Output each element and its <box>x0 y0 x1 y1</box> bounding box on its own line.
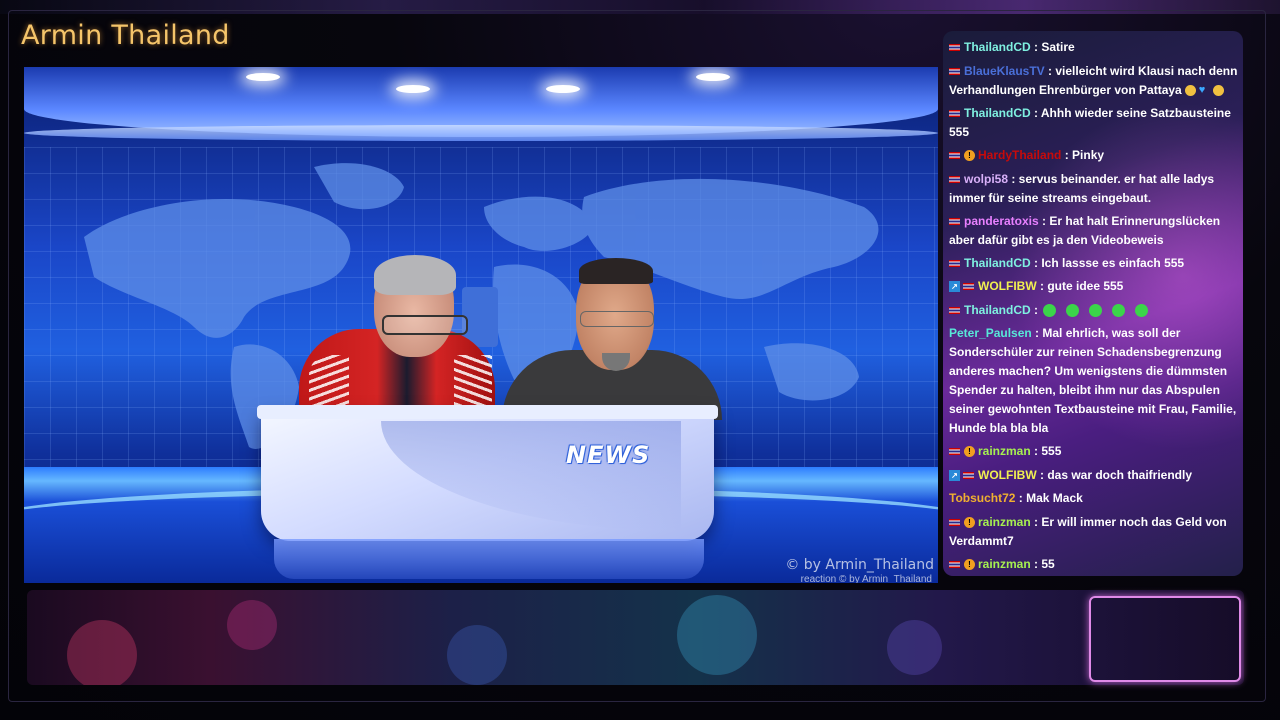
chat-message: ! rainzman : 55 <box>949 555 1239 574</box>
heart-emoji-icon: ♥ <box>1198 84 1206 97</box>
news-desk <box>257 405 718 541</box>
thai-flag-icon <box>963 283 974 291</box>
chat-text: : Satire <box>1030 40 1075 54</box>
news-logo: NEWS <box>566 441 651 469</box>
chat-message: ThailandCD : Satire <box>949 38 1239 57</box>
moderator-badge-icon: ! <box>964 446 975 458</box>
thai-flag-icon <box>949 152 960 160</box>
webcam-frame <box>1089 596 1241 682</box>
green-emote-icon <box>1135 304 1149 318</box>
chat-message: ! rainzman : Er will immer noch das Geld … <box>949 513 1239 551</box>
chat-message: ! rainzman : 555 <box>949 442 1239 461</box>
prime-badge-icon: ↗ <box>949 281 960 293</box>
host-right-hair <box>579 258 653 284</box>
bokeh-light <box>447 625 507 685</box>
chat-message: BlaueKlausTV : vielleicht wird Klausi na… <box>949 62 1239 100</box>
watermark: © by Armin_Thailand <box>785 557 934 573</box>
chat-text: : <box>1030 303 1039 317</box>
chat-message: ! HardyThailand : Pinky <box>949 146 1239 165</box>
chat-username[interactable]: rainzman <box>978 444 1031 458</box>
chat-username[interactable]: rainzman <box>978 557 1031 571</box>
thai-flag-icon <box>949 561 960 569</box>
thai-flag-icon <box>949 519 960 527</box>
chat-message: wolpi58 : servus beinander. er hat alle … <box>949 170 1239 208</box>
thai-flag-icon <box>949 68 960 76</box>
bokeh-light <box>227 600 277 650</box>
moderator-badge-icon: ! <box>964 150 975 162</box>
smile-emoji-icon <box>1212 85 1224 97</box>
watermark-reaction: reaction © by Armin_Thailand <box>800 574 932 583</box>
chat-message: ↗ WOLFIBW : gute idee 555 <box>949 277 1239 296</box>
chat-text: : Ich lassse es einfach 555 <box>1030 256 1185 270</box>
ceiling-lamp <box>246 73 280 81</box>
chat-message: Peter_Paulsen : Mal ehrlich, was soll de… <box>949 324 1239 438</box>
top-glow <box>0 0 1280 14</box>
prime-badge-icon: ↗ <box>949 470 960 482</box>
green-emote-icon <box>1112 304 1126 318</box>
chat-username[interactable]: rainzman <box>978 515 1031 529</box>
chat-username[interactable]: ThailandCD <box>964 106 1031 120</box>
chat-username[interactable]: ThailandCD <box>964 256 1031 270</box>
chat-message: panderatoxis : Er hat halt Erinnerungslü… <box>949 212 1239 250</box>
chat-message: ↗ WOLFIBW : das war doch thaifriendly <box>949 466 1239 485</box>
chat-username[interactable]: wolpi58 <box>964 172 1008 186</box>
host-left-glasses <box>382 315 468 335</box>
chat-message: ThailandCD : Ich lassse es einfach 555 <box>949 254 1239 273</box>
bokeh-light <box>887 620 942 675</box>
chat-username[interactable]: Peter_Paulsen <box>949 326 1032 340</box>
chat-username[interactable]: Tobsucht72 <box>949 491 1015 505</box>
chat-message: ThailandCD : <box>949 301 1239 320</box>
chat-text: : das war doch thaifriendly <box>1036 468 1193 482</box>
host-left-hair <box>374 255 456 295</box>
chat-username[interactable]: WOLFIBW <box>978 279 1037 293</box>
chat-username[interactable]: ThailandCD <box>964 40 1031 54</box>
chat-username[interactable]: BlaueKlausTV <box>964 64 1045 78</box>
host-right-glasses <box>580 311 654 327</box>
chat-username[interactable]: panderatoxis <box>964 214 1039 228</box>
chat-message: ThailandCD : Ahhh wieder seine Satzbaust… <box>949 104 1239 142</box>
bottom-banner <box>27 590 1244 685</box>
thai-flag-icon <box>963 472 974 480</box>
green-emote-icon <box>1089 304 1103 318</box>
chat-username[interactable]: HardyThailand <box>978 148 1061 162</box>
chat-message: Tobsucht72 : Mak Mack <box>949 489 1239 508</box>
chat-text: : gute idee 555 <box>1036 279 1124 293</box>
desk-top <box>257 405 718 419</box>
chat-text: : 555 <box>1030 444 1062 458</box>
chat-panel[interactable]: ThailandCD : Satire BlaueKlausTV : viell… <box>943 31 1243 576</box>
moderator-badge-icon: ! <box>964 559 975 571</box>
ceiling-lamp <box>546 85 580 93</box>
thai-flag-icon <box>949 44 960 52</box>
chat-text: : Mal ehrlich, was soll der Sonderschüle… <box>949 326 1237 435</box>
thai-flag-icon <box>949 110 960 118</box>
ceiling-lamp <box>396 85 430 93</box>
ceiling-light-band <box>24 125 938 141</box>
moderator-badge-icon: ! <box>964 517 975 529</box>
thai-flag-icon <box>949 448 960 456</box>
desk-swoosh <box>381 421 681 531</box>
smile-emoji-icon <box>1184 85 1196 97</box>
thai-flag-icon <box>949 260 960 268</box>
desk-reflection <box>274 539 704 579</box>
bokeh-light <box>677 595 757 675</box>
channel-title: Armin Thailand <box>21 20 230 51</box>
bokeh-light <box>67 620 137 685</box>
chat-text: : Pinky <box>1061 148 1105 162</box>
chat-username[interactable]: ThailandCD <box>964 303 1031 317</box>
green-emote-icon <box>1043 304 1057 318</box>
video-stream[interactable]: NEWS © by Armin_Thailand reaction © by A… <box>24 67 938 583</box>
jacket-stripes <box>454 355 492 405</box>
thai-flag-icon <box>949 176 960 184</box>
jacket-stripes <box>309 355 349 405</box>
chat-username[interactable]: WOLFIBW <box>978 468 1037 482</box>
thai-flag-icon <box>949 307 960 315</box>
ceiling-lamp <box>696 73 730 81</box>
green-emote-icon <box>1066 304 1080 318</box>
chat-text: : 55 <box>1030 557 1055 571</box>
chat-text: : Mak Mack <box>1015 491 1083 505</box>
thai-flag-icon <box>949 218 960 226</box>
